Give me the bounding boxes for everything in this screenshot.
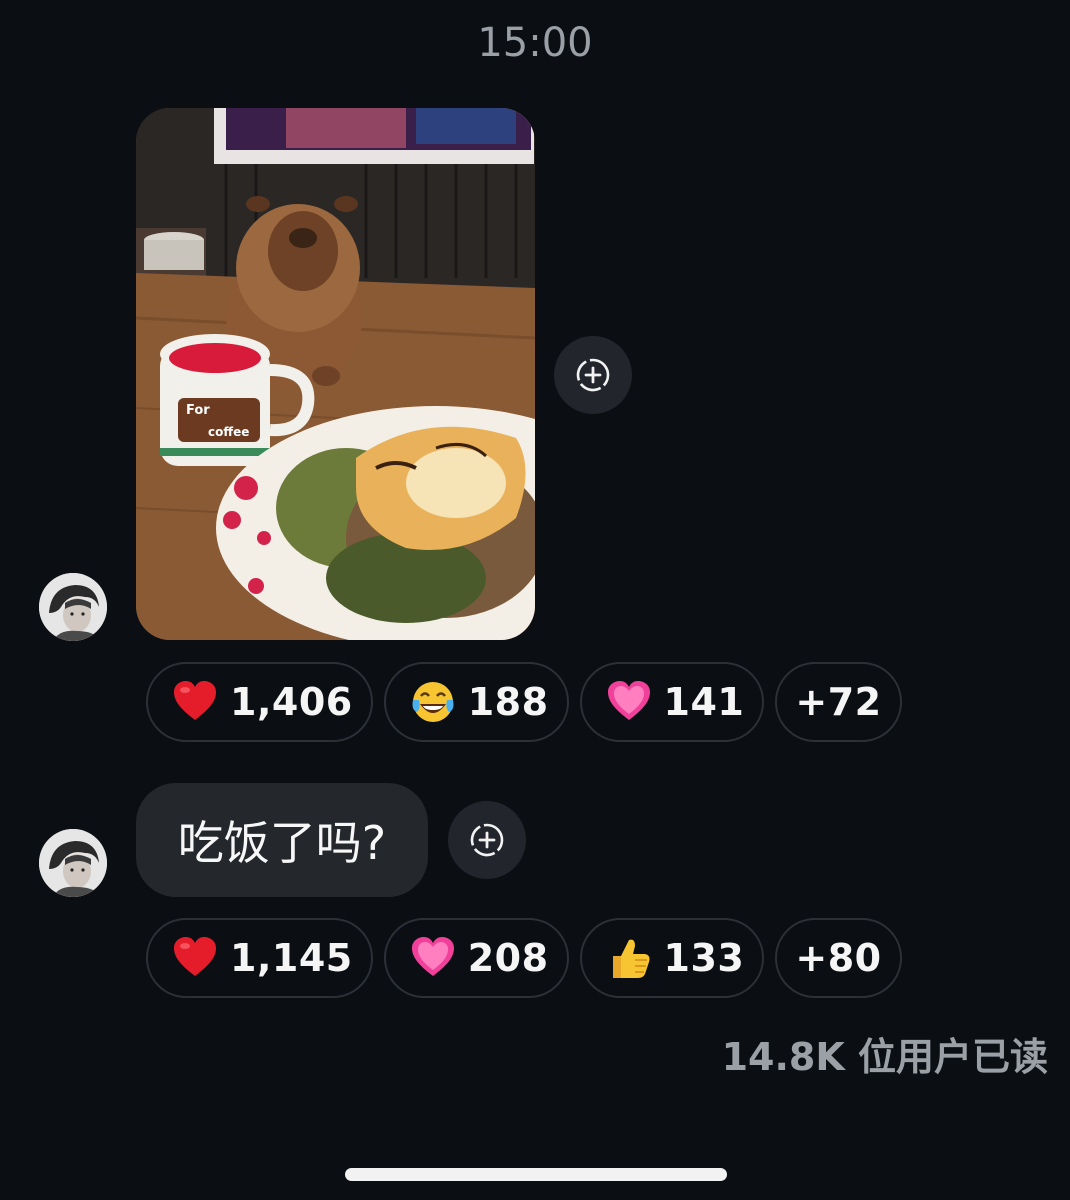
more-reactions-pill[interactable]: +80 [775,918,902,998]
reaction-pill-tears-of-joy[interactable]: 188 [383,662,569,742]
add-reaction-icon [470,823,504,857]
message-timestamp: 15:00 [477,20,593,66]
mug-text-coffee: coffee [208,425,249,439]
reaction-count: 1,406 [230,680,353,724]
shared-photo[interactable]: For coffee [136,108,535,640]
reaction-count: 1,145 [230,936,353,980]
more-reactions-pill[interactable]: +72 [775,662,902,742]
sender-avatar[interactable] [39,829,107,897]
read-receipt-status[interactable]: 14.8K 位用户已读 [722,1026,1048,1081]
reaction-bar: 1,145 208 133 +80 [146,918,902,998]
red-heart-icon [170,933,220,983]
mug-text-for: For [186,403,210,418]
reaction-pill-red-heart[interactable]: 1,145 [146,918,373,998]
reaction-pill-pink-heart[interactable]: 141 [579,662,765,742]
sender-avatar[interactable] [39,573,107,641]
red-heart-icon [170,677,220,727]
more-reactions-count: +72 [795,680,882,724]
reaction-count: 188 [467,680,549,724]
avatar-photo [39,829,107,897]
reaction-pill-thumbs-up[interactable]: 133 [579,918,765,998]
add-reaction-icon [576,358,610,392]
thumbs-up-icon [604,933,654,983]
avatar-photo [39,573,107,641]
reaction-pill-red-heart[interactable]: 1,406 [146,662,373,742]
add-reaction-button[interactable] [448,801,526,879]
reaction-count: 208 [467,936,549,980]
reaction-bar: 1,406 188 141 +72 [146,662,902,742]
food-photo-image: For coffee [136,108,535,640]
add-reaction-button[interactable] [554,336,632,414]
message-bubble[interactable]: 吃饭了吗? [136,783,428,897]
home-indicator[interactable] [345,1168,727,1181]
reaction-count: 133 [663,936,745,980]
reaction-pill-pink-heart[interactable]: 208 [383,918,569,998]
tears-of-joy-icon [408,677,458,727]
pink-heart-icon [604,677,654,727]
more-reactions-count: +80 [795,936,882,980]
pink-heart-icon [408,933,458,983]
reaction-count: 141 [663,680,745,724]
